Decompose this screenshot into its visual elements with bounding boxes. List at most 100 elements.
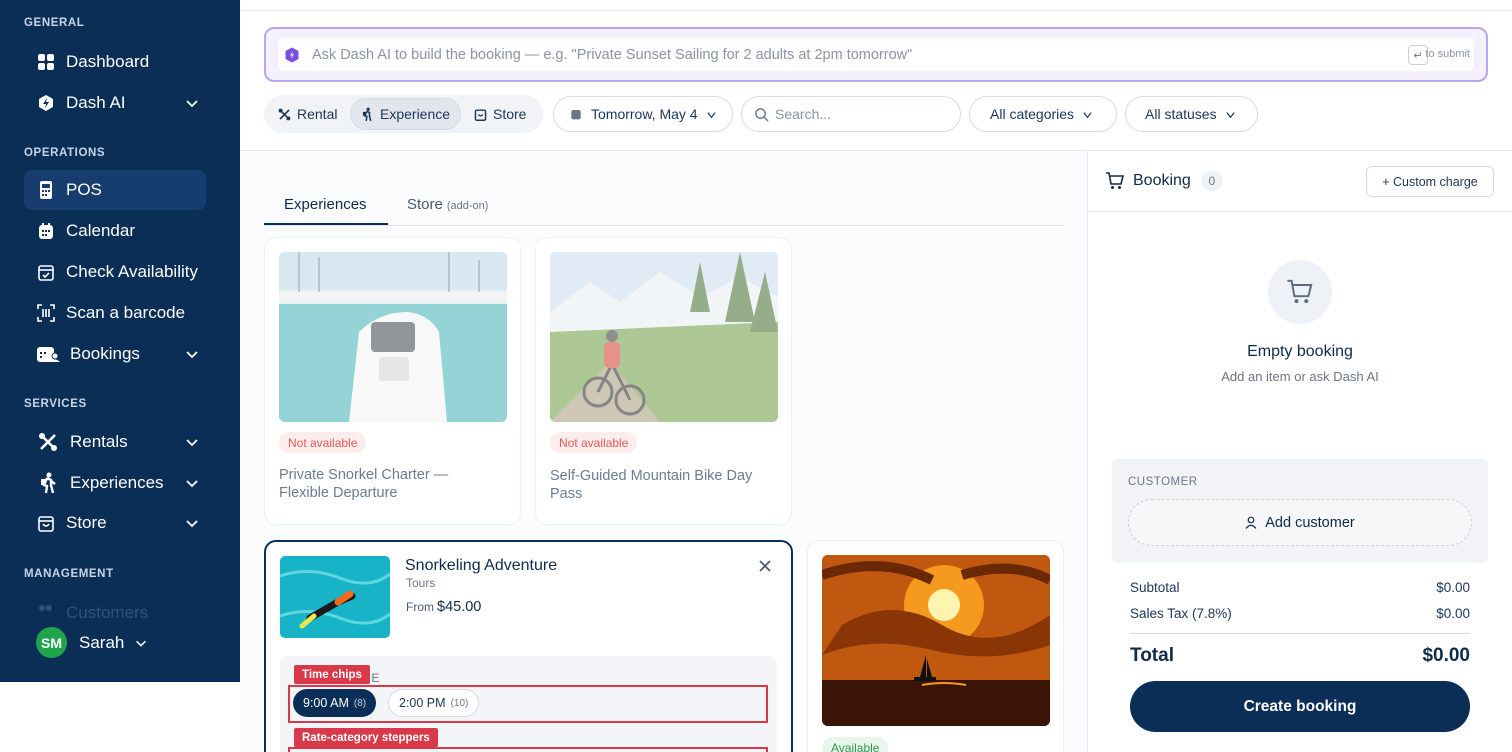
mode-rental[interactable]: Rental bbox=[268, 98, 347, 130]
sidebar-item-dash-ai[interactable]: Dash AI bbox=[24, 83, 206, 123]
product-card[interactable]: Available bbox=[807, 540, 1064, 752]
chevron-down-icon[interactable] bbox=[184, 475, 200, 491]
chevron-down-icon bbox=[136, 640, 147, 647]
sidebar-item-label: POS bbox=[66, 180, 102, 199]
sidebar-item-calendar[interactable]: Calendar bbox=[24, 211, 206, 251]
cart-icon bbox=[1287, 279, 1313, 304]
tax-label: Sales Tax (7.8%) bbox=[1130, 606, 1232, 621]
product-title: Self-Guided Mountain Bike Day Pass bbox=[550, 468, 753, 502]
section-services: SERVICES bbox=[24, 398, 87, 410]
time-chip-label: 9:00 AM bbox=[303, 696, 349, 710]
user-menu[interactable]: SM Sarah bbox=[36, 627, 148, 658]
search-placeholder: Search... bbox=[775, 106, 832, 122]
tab-active-indicator bbox=[264, 223, 388, 225]
empty-booking-subtitle: Add an item or ask Dash AI bbox=[1221, 369, 1379, 384]
sidebar-item-label: Dashboard bbox=[66, 52, 150, 71]
time-chip[interactable]: 9:00 AM (8) bbox=[293, 689, 377, 717]
booking-title: Booking bbox=[1133, 172, 1191, 189]
mode-experience[interactable]: Experience bbox=[350, 98, 462, 130]
product-price: From $45.00 bbox=[406, 599, 481, 615]
search-input[interactable]: Search... bbox=[741, 96, 961, 132]
sidebar-item-bookings[interactable]: Bookings bbox=[24, 334, 206, 374]
calendar-people-icon bbox=[36, 344, 60, 364]
empty-booking-title: Empty booking bbox=[1247, 343, 1353, 360]
time-chip[interactable]: 2:00 PM (10) bbox=[388, 689, 480, 717]
shopping-bag-icon bbox=[36, 513, 56, 533]
sidebar-item-label: Check Availability bbox=[66, 262, 198, 281]
sidebar-item-check-availability[interactable]: Check Availability bbox=[24, 252, 206, 292]
user-icon bbox=[1245, 516, 1257, 529]
product-title: Snorkeling Adventure bbox=[405, 557, 558, 574]
mode-label: Store bbox=[493, 106, 527, 122]
chevron-down-icon[interactable] bbox=[184, 434, 200, 450]
grid-icon bbox=[36, 52, 56, 72]
product-card[interactable]: Not available Self-Guided Mountain Bike … bbox=[535, 237, 792, 525]
sidebar-item-rentals[interactable]: Rentals bbox=[24, 422, 206, 462]
tax-row: Sales Tax (7.8%) $0.00 bbox=[1130, 606, 1470, 621]
product-card[interactable]: Not available Private Snorkel Charter — … bbox=[264, 237, 521, 525]
tab-note: (add-on) bbox=[446, 200, 489, 212]
create-booking-button[interactable]: Create booking bbox=[1130, 681, 1470, 732]
sidebar-item-store[interactable]: Store bbox=[24, 503, 206, 543]
section-operations: OPERATIONS bbox=[24, 147, 106, 159]
dash-ai-input[interactable]: Ask Dash AI to build the booking — e.g. … bbox=[278, 38, 1474, 71]
sidebar-item-dashboard[interactable]: Dashboard bbox=[24, 42, 206, 82]
sidebar-item-scan-barcode[interactable]: Scan a barcode bbox=[24, 293, 206, 333]
total-label: Total bbox=[1130, 645, 1174, 666]
top-divider bbox=[240, 10, 1512, 11]
time-chip-count: (8) bbox=[353, 697, 367, 709]
mode-store[interactable]: Store bbox=[464, 98, 536, 130]
sidebar-item-label: Experiences bbox=[70, 473, 164, 492]
time-chip-label: 2:00 PM bbox=[399, 696, 446, 710]
mode-segmented-control: Rental Experience Store bbox=[264, 95, 543, 133]
sidebar-item-label: Bookings bbox=[70, 344, 140, 363]
hiker-icon bbox=[36, 472, 60, 494]
sidebar-item-pos[interactable]: POS bbox=[24, 170, 206, 210]
section-general: GENERAL bbox=[24, 17, 85, 29]
chevron-down-icon[interactable] bbox=[184, 515, 200, 531]
tab-experiences[interactable]: Experiences bbox=[284, 196, 367, 213]
customer-label: CUSTOMER bbox=[1128, 476, 1198, 488]
panel-divider bbox=[1087, 151, 1088, 752]
chevron-down-icon[interactable] bbox=[184, 346, 200, 362]
summary-divider bbox=[1130, 633, 1470, 634]
sidebar-item-label: Scan a barcode bbox=[66, 303, 186, 322]
calendar-check-icon bbox=[36, 262, 56, 282]
sidebar-item-label: Calendar bbox=[66, 221, 135, 240]
boat-photo bbox=[279, 252, 507, 422]
rentals-tools-icon bbox=[36, 432, 60, 452]
dash-ai-icon bbox=[285, 47, 299, 62]
date-picker[interactable]: Tomorrow, May 4 bbox=[553, 96, 733, 132]
close-icon[interactable] bbox=[759, 560, 771, 572]
avatar: SM bbox=[36, 627, 67, 658]
add-customer-button[interactable]: Add customer bbox=[1128, 499, 1472, 546]
tab-store[interactable]: Store (add-on) bbox=[407, 196, 488, 213]
pos-terminal-icon bbox=[36, 180, 56, 200]
custom-charge-button[interactable]: + Custom charge bbox=[1366, 166, 1494, 197]
chevron-down-icon bbox=[706, 111, 716, 118]
snorkeler-photo bbox=[280, 556, 390, 638]
mode-label: Rental bbox=[297, 106, 338, 122]
time-chips-label: Time chips bbox=[294, 665, 370, 684]
booking-header: Booking 0 bbox=[1105, 171, 1223, 191]
mode-label: Experience bbox=[380, 106, 451, 122]
chevron-down-icon[interactable] bbox=[184, 95, 200, 111]
statuses-dropdown[interactable]: All statuses bbox=[1125, 96, 1258, 132]
status-badge: Not available bbox=[550, 432, 638, 453]
booking-count-badge: 0 bbox=[1200, 171, 1223, 191]
sidebar-item-label: Store bbox=[66, 513, 107, 532]
time-chip-count: (10) bbox=[450, 697, 469, 709]
sidebar-item-experiences[interactable]: Experiences bbox=[24, 463, 206, 503]
categories-value: All categories bbox=[990, 106, 1075, 122]
mountain-bike-photo bbox=[550, 252, 778, 422]
submit-hint: to submit bbox=[1425, 48, 1470, 60]
status-badge: Not available bbox=[279, 432, 367, 453]
section-management: MANAGEMENT bbox=[24, 568, 114, 580]
product-category: Tours bbox=[406, 576, 436, 590]
rate-steppers-highlight bbox=[288, 747, 768, 752]
search-icon bbox=[755, 107, 769, 122]
categories-dropdown[interactable]: All categories bbox=[969, 96, 1117, 132]
price-value: $45.00 bbox=[437, 599, 482, 615]
rate-steppers-label: Rate-category steppers bbox=[294, 728, 438, 747]
sidebar-item-customers[interactable]: Customers bbox=[36, 603, 148, 623]
